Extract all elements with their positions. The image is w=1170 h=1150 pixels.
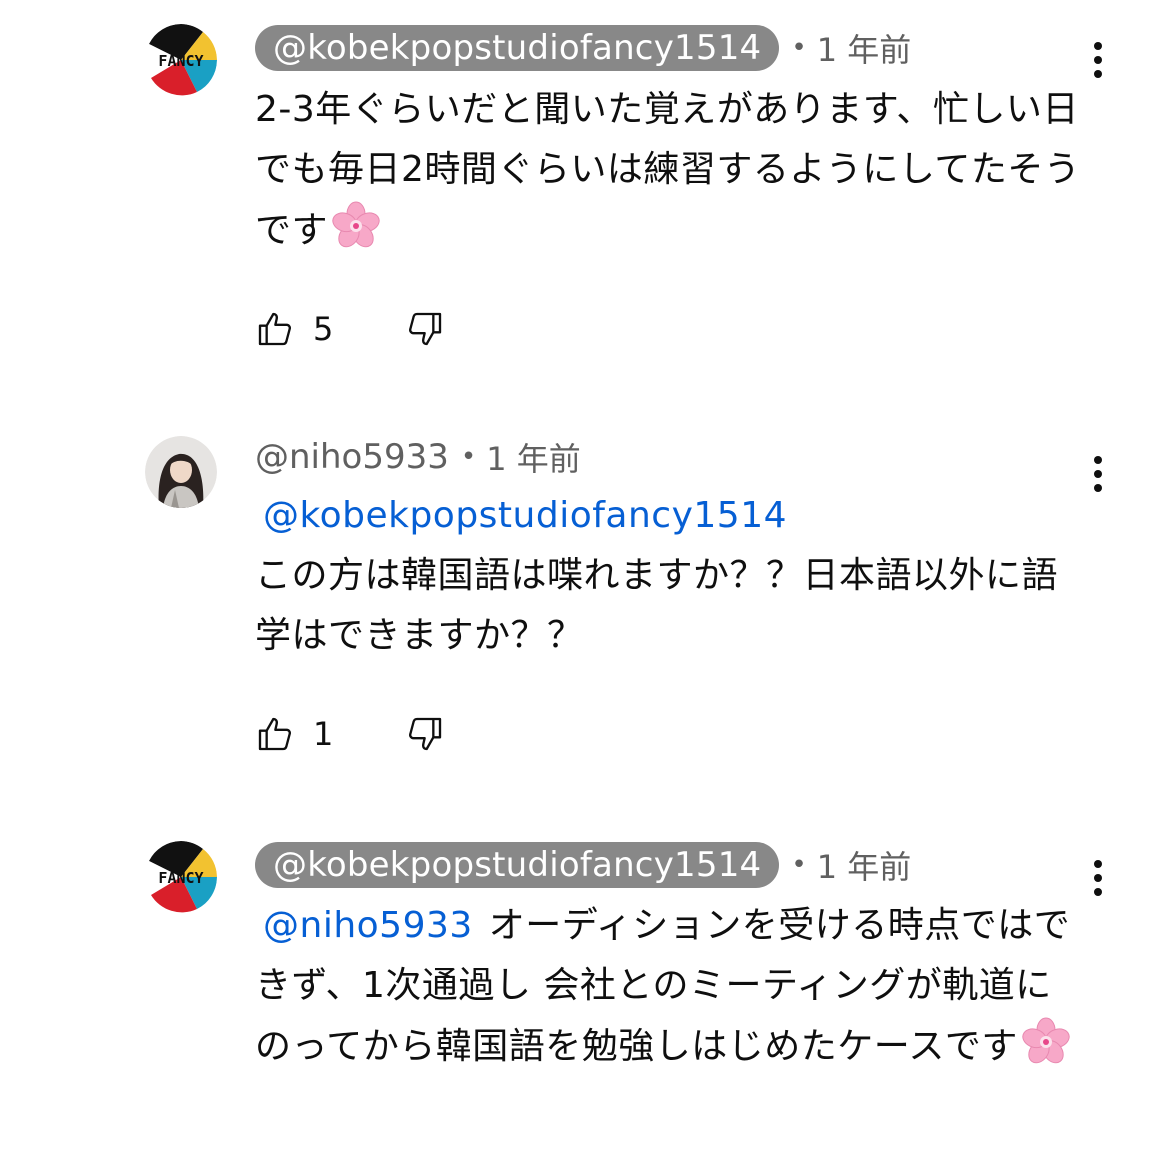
author-name[interactable]: @kobekpopstudiofancy1514 <box>255 842 780 888</box>
like-button[interactable]: 1 <box>255 714 405 754</box>
comment-header: @kobekpopstudiofancy1514 • 1 年前 <box>255 842 911 888</box>
svg-text:FANCY: FANCY <box>158 869 203 887</box>
like-count: 1 <box>313 715 334 753</box>
published-time[interactable]: 1 年前 <box>817 842 912 888</box>
comment-text: @kobekpopstudiofancy1514 この方は韓国語は喋れますか？？日… <box>255 486 1085 666</box>
more-vert-icon[interactable] <box>1086 456 1110 496</box>
fancy-logo-icon: FANCY <box>145 841 217 913</box>
svg-text:FANCY: FANCY <box>158 52 203 70</box>
comment-header: @kobekpopstudiofancy1514 • 1 年前 <box>255 25 911 71</box>
more-vert-icon[interactable] <box>1086 42 1110 82</box>
fancy-logo-icon: FANCY <box>145 24 217 96</box>
thumbs-up-icon <box>258 717 291 751</box>
avatar[interactable] <box>145 436 217 508</box>
published-time[interactable]: 1 年前 <box>817 25 912 71</box>
more-vert-icon[interactable] <box>1086 860 1110 900</box>
comment-actions: 1 <box>255 711 445 757</box>
comment-actions: 5 <box>255 306 445 352</box>
like-count: 5 <box>313 310 334 348</box>
comment-text: @niho5933 オーディションを受ける時点ではできず、1次通過し 会社とのミー… <box>255 896 1085 1077</box>
avatar[interactable]: FANCY <box>145 841 217 913</box>
dislike-button[interactable] <box>405 714 445 754</box>
dislike-button[interactable] <box>405 309 445 349</box>
comment-header: @niho5933 • 1 年前 <box>255 434 581 480</box>
thumbs-down-icon <box>409 717 442 751</box>
mention-link[interactable]: @kobekpopstudiofancy1514 <box>263 486 1085 546</box>
avatar[interactable]: FANCY <box>145 24 217 96</box>
cherry-blossom-emoji <box>332 201 380 248</box>
author-name[interactable]: @kobekpopstudiofancy1514 <box>255 25 780 71</box>
user-photo-icon <box>145 436 217 508</box>
separator-dot: • <box>791 33 807 63</box>
cherry-blossom-emoji <box>1022 1017 1070 1064</box>
like-button[interactable]: 5 <box>255 309 405 349</box>
thumbs-down-icon <box>409 312 442 346</box>
comment-text: 2-3年ぐらいだと聞いた覚えがあります、忙しい日でも毎日2時間ぐらいは練習するよ… <box>255 80 1085 261</box>
comment-text-content: この方は韓国語は喋れますか？？日本語以外に語学はできますか？？ <box>255 555 1059 656</box>
author-name[interactable]: @niho5933 <box>255 434 449 480</box>
published-time[interactable]: 1 年前 <box>486 434 581 480</box>
separator-dot: • <box>791 850 807 880</box>
thumbs-up-icon <box>258 312 291 346</box>
mention-link[interactable]: @niho5933 <box>263 905 473 946</box>
separator-dot: • <box>460 442 477 472</box>
